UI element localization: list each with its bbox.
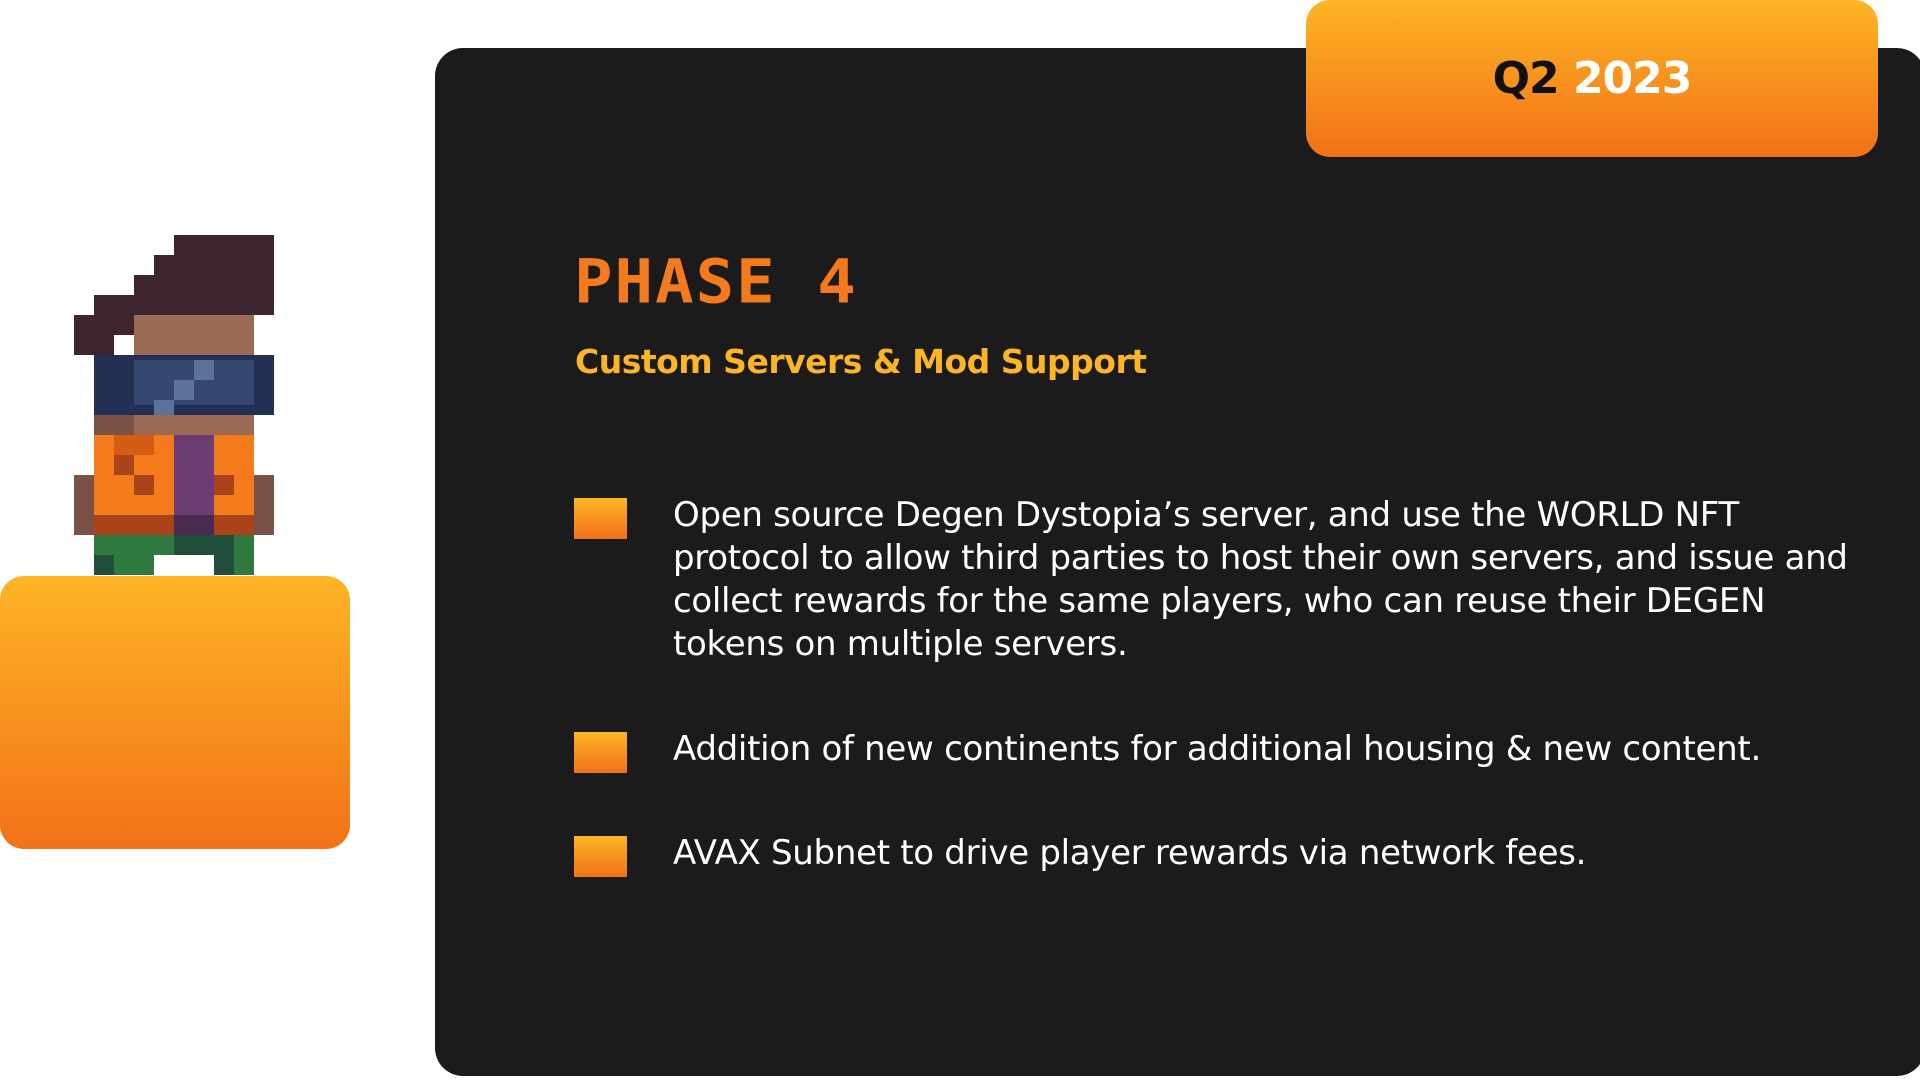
orange-square-bullet-icon [574, 732, 627, 773]
quarter-badge: Q2 2023 [1306, 0, 1878, 157]
list-item-text: Open source Degen Dystopia’s server, and… [673, 495, 1848, 664]
quarter-label: Q2 [1492, 52, 1560, 104]
pixel-character-icon [74, 235, 274, 579]
list-item-text: AVAX Subnet to drive player rewards via … [673, 833, 1587, 873]
list-item-text: Addition of new continents for additiona… [673, 729, 1761, 769]
phase-subtitle: Custom Servers & Mod Support [575, 342, 1147, 381]
quarter-badge-text: Q2 2023 [1493, 56, 1693, 101]
orange-square-bullet-icon [574, 498, 627, 539]
orange-square-bullet-icon [574, 836, 627, 877]
phase-title: PHASE 4 [574, 247, 858, 318]
year-label: 2023 [1572, 52, 1692, 104]
character-pedestal [0, 576, 350, 849]
